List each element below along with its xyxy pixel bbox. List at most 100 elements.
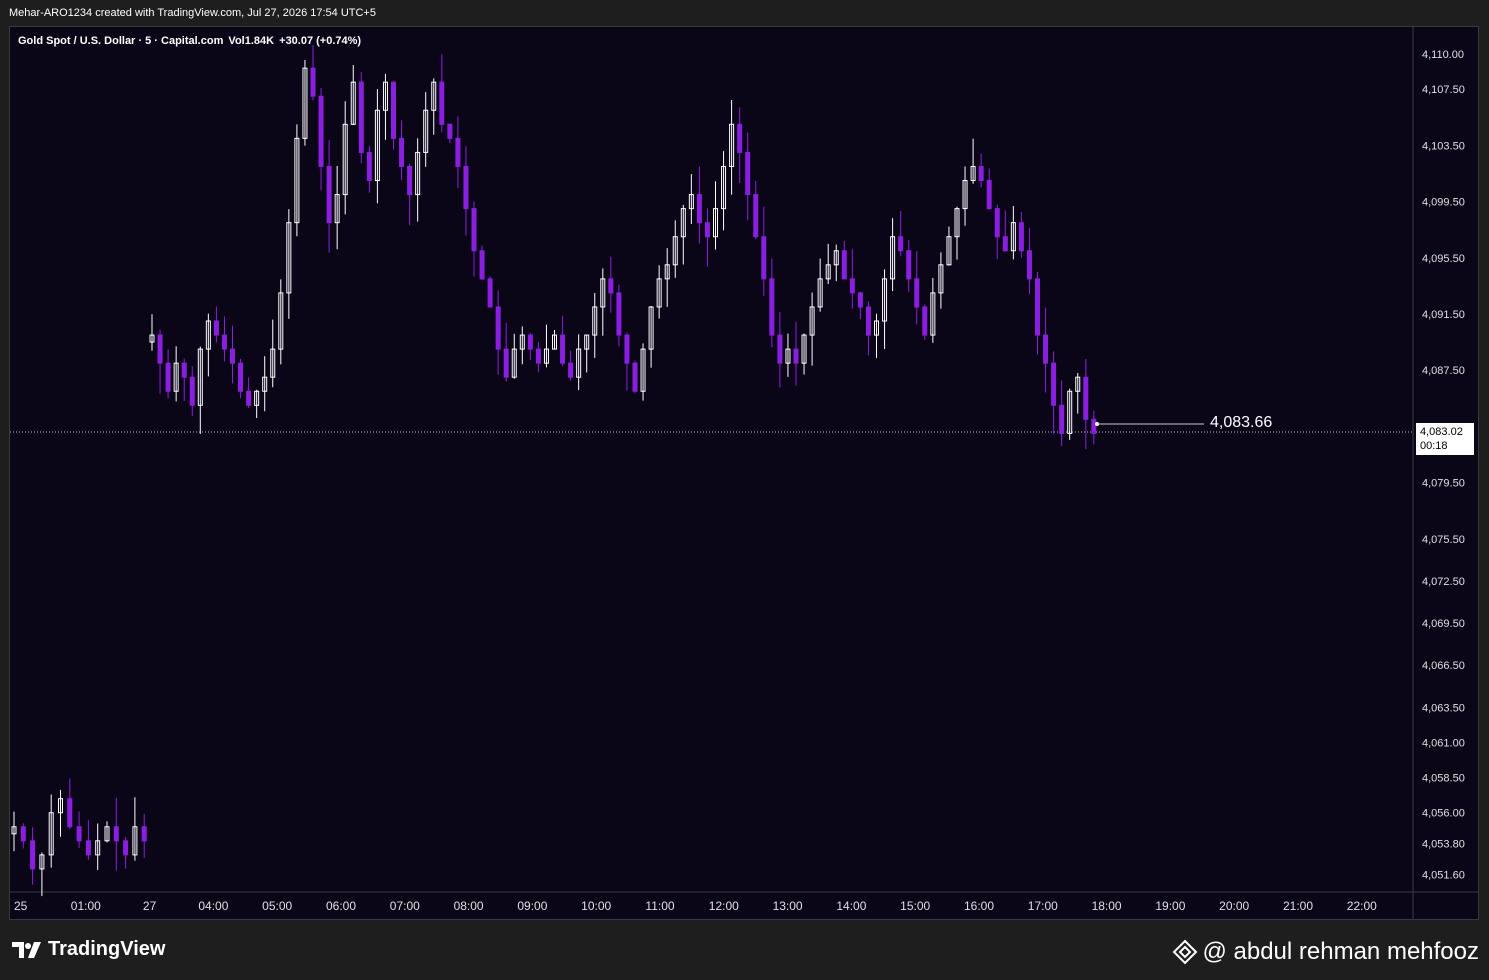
candle-body xyxy=(123,840,129,856)
candle-body xyxy=(326,165,332,224)
candle-body xyxy=(608,278,614,294)
price-tick-label: 4,072.50 xyxy=(1422,576,1465,588)
price-tick-label: 4,107.50 xyxy=(1422,84,1465,96)
candle-body xyxy=(922,306,928,336)
time-tick-label: 06:00 xyxy=(326,899,356,913)
candle-body xyxy=(76,826,82,842)
symbol-name: Gold Spot / U.S. Dollar · 5 · Capital.co… xyxy=(18,35,224,47)
price-tick-label: 4,110.00 xyxy=(1422,49,1464,61)
candle-body xyxy=(745,151,751,196)
price-tick-label: 4,099.50 xyxy=(1422,197,1465,209)
change-value: +30.07 (+0.74%) xyxy=(279,35,362,47)
tradingview-logo-icon xyxy=(12,941,41,958)
bar-countdown: 00:18 xyxy=(1420,440,1448,452)
price-tick-label: 4,058.50 xyxy=(1422,773,1465,785)
candle-body xyxy=(391,81,396,139)
current-price-value: 4,083.02 xyxy=(1420,426,1463,438)
time-tick-label: 18:00 xyxy=(1092,899,1122,913)
time-tick-label: 04:00 xyxy=(198,899,228,913)
candle-body xyxy=(310,67,316,97)
price-tick-label: 4,103.50 xyxy=(1422,140,1465,152)
time-tick-label: 14:00 xyxy=(836,899,866,913)
candle-body xyxy=(399,137,405,167)
candle-body xyxy=(769,278,775,336)
price-tick-label: 4,091.50 xyxy=(1422,309,1465,321)
candle-body xyxy=(761,236,767,280)
candle-body xyxy=(1018,222,1024,252)
candle-body xyxy=(85,840,91,856)
candle-body xyxy=(857,292,863,308)
candle-body xyxy=(479,250,485,280)
candle-body xyxy=(471,208,477,252)
candle-body xyxy=(906,250,912,280)
candle-body xyxy=(560,334,566,364)
price-tick-label: 4,075.50 xyxy=(1422,534,1465,546)
candle-body xyxy=(318,95,324,167)
candle-body xyxy=(230,348,235,364)
candle-body xyxy=(1091,418,1097,434)
candle-body xyxy=(624,334,630,364)
candle-body xyxy=(463,165,469,210)
price-axis: 4,110.00 4,107.50 4,103.50 4,099.50 4,095.50… xyxy=(1422,49,1465,881)
candle-body xyxy=(189,376,195,406)
author-name: @ abdul rehman mehfooz xyxy=(1202,938,1479,965)
candle-body xyxy=(455,137,461,167)
candle-body xyxy=(487,278,493,308)
time-tick-label: 08:00 xyxy=(454,899,484,913)
time-tick-label: 15:00 xyxy=(900,899,930,913)
brand-name: TradingView xyxy=(48,938,166,960)
time-tick-label: 27 xyxy=(143,899,157,913)
candle-body xyxy=(1035,278,1040,336)
price-tick-label: 4,063.50 xyxy=(1422,702,1465,714)
candlestick-chart[interactable]: 4,110.00 4,107.50 4,103.50 4,099.50 4,095.50… xyxy=(0,0,1489,980)
candle-body xyxy=(1083,376,1089,420)
candle-body xyxy=(696,194,702,224)
candle-body xyxy=(841,250,847,280)
candle-body xyxy=(753,194,759,238)
candle-body xyxy=(157,334,163,364)
price-tick-label: 4,061.00 xyxy=(1422,737,1465,749)
candle-body xyxy=(113,826,119,842)
price-tick-label: 4,087.50 xyxy=(1422,365,1465,377)
time-tick-label: 20:00 xyxy=(1219,899,1249,913)
candle-body xyxy=(777,334,783,364)
candle-body xyxy=(535,348,541,364)
volume-value: Vol1.84K xyxy=(228,35,275,47)
candle-body xyxy=(407,165,413,196)
candle-body xyxy=(67,798,73,828)
price-tick-label: 4,066.50 xyxy=(1422,660,1465,672)
candle-body xyxy=(503,348,509,378)
candle-body xyxy=(793,348,799,364)
candles-group xyxy=(11,45,1097,897)
candle-body xyxy=(632,362,638,392)
candle-body xyxy=(181,362,187,378)
candle-body xyxy=(1026,250,1032,280)
time-tick-label: 25 xyxy=(14,899,28,913)
time-tick-label: 01:00 xyxy=(71,899,101,913)
candle-body xyxy=(1043,334,1049,364)
candle-body xyxy=(213,320,219,336)
current-price-tag: 4,083.02 00:18 xyxy=(1416,423,1474,455)
tradingview-logo[interactable]: TradingView xyxy=(12,938,165,961)
candle-body xyxy=(1059,404,1065,434)
candle-body xyxy=(165,362,171,392)
candle-body xyxy=(358,81,364,153)
candle-body xyxy=(447,123,453,139)
candle-body xyxy=(1051,362,1057,406)
time-tick-label: 09:00 xyxy=(517,899,547,913)
candle-body xyxy=(366,151,372,182)
symbol-legend[interactable]: Gold Spot / U.S. Dollar · 5 · Capital.co… xyxy=(18,35,363,47)
price-tick-label: 4,056.00 xyxy=(1422,808,1465,820)
time-tick-label: 22:00 xyxy=(1347,899,1377,913)
candle-body xyxy=(568,362,574,378)
candle-body xyxy=(994,208,1000,238)
price-tick-label: 4,095.50 xyxy=(1422,253,1465,265)
candle-body xyxy=(246,390,252,406)
candle-body xyxy=(527,334,533,350)
price-tick-label: 4,069.50 xyxy=(1422,618,1465,630)
candle-body xyxy=(616,292,622,336)
candle-body xyxy=(20,826,26,842)
candle-body xyxy=(865,306,871,336)
time-tick-label: 07:00 xyxy=(390,899,420,913)
price-tick-label: 4,079.50 xyxy=(1422,478,1465,490)
